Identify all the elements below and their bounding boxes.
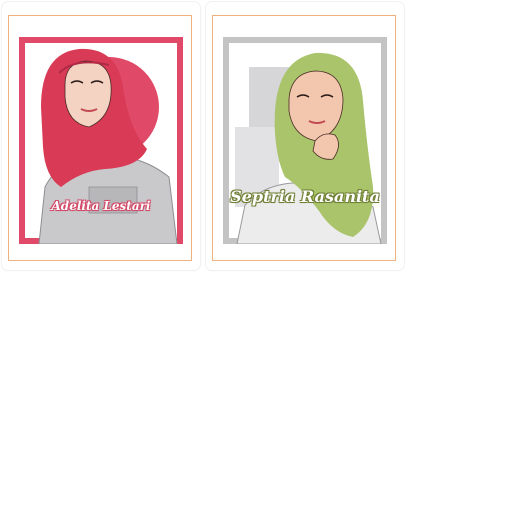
portrait-card-2[interactable]: Septria Rasanita	[206, 2, 404, 270]
portrait-artwork-1: Adelita Lestari	[19, 37, 183, 244]
portrait-artwork-2: Septria Rasanita	[223, 37, 387, 244]
card-inner-border: Adelita Lestari	[8, 15, 192, 261]
signature-label-1: Adelita Lestari	[51, 199, 151, 213]
card-inner-border: Septria Rasanita	[212, 15, 396, 261]
portrait-card-1[interactable]: Adelita Lestari	[2, 2, 200, 270]
signature-label-2: Septria Rasanita	[230, 187, 380, 206]
